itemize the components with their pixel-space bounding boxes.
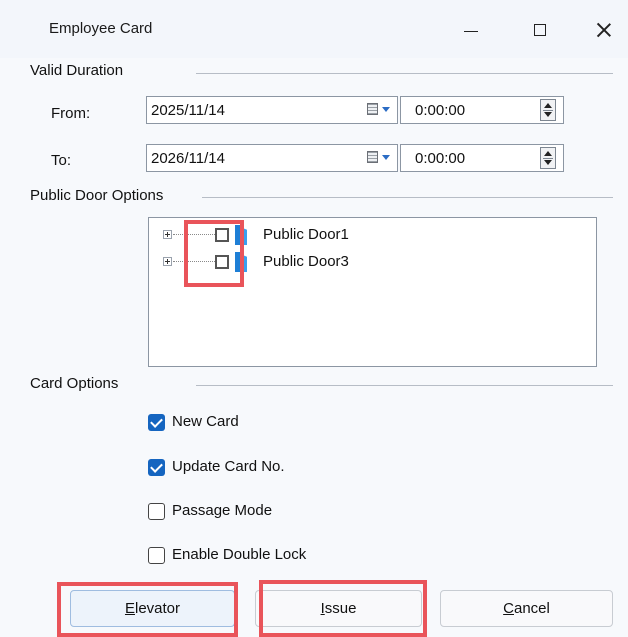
enable-double-lock-label: Enable Double Lock [172, 546, 307, 563]
to-date-picker[interactable]: 2026/11/14 [146, 144, 398, 172]
new-card-label: New Card [172, 413, 239, 430]
elevator-label: levator [134, 600, 181, 617]
minimize-button[interactable] [451, 14, 491, 46]
to-time-field[interactable]: 0:00:00 [400, 144, 564, 172]
door-checkbox[interactable] [215, 255, 229, 269]
passage-mode-label: Passage Mode [172, 502, 273, 519]
door-label: Public Door3 [263, 253, 349, 270]
calendar-icon[interactable] [367, 151, 391, 166]
update-card-no-checkbox[interactable] [148, 459, 165, 476]
door-checkbox[interactable] [215, 228, 229, 242]
elevator-button[interactable]: Elevator [70, 590, 235, 627]
expand-icon[interactable] [163, 257, 172, 266]
to-date-value: 2026/11/14 [151, 150, 225, 167]
to-time-value: 0:00:00 [415, 150, 466, 167]
door-icon [235, 252, 247, 272]
door-label: Public Door1 [263, 226, 349, 243]
tree-item-public-door1[interactable]: Public Door1 [149, 224, 589, 246]
elevator-accel: E [124, 600, 135, 617]
cancel-button[interactable]: Cancel [440, 590, 613, 627]
passage-mode-checkbox[interactable] [148, 503, 165, 520]
from-label: From: [51, 105, 91, 122]
close-button[interactable] [584, 14, 624, 46]
minimize-icon [464, 30, 478, 32]
from-date-picker[interactable]: 2025/11/14 [146, 96, 398, 124]
door-icon [235, 225, 247, 245]
group-divider [196, 73, 613, 74]
new-card-checkbox[interactable] [148, 414, 165, 431]
public-door-tree[interactable]: Public Door1 Public Door3 [148, 217, 597, 367]
spin-icon[interactable] [540, 147, 556, 169]
from-date-value: 2025/11/14 [151, 102, 225, 119]
card-options-label: Card Options [30, 375, 119, 392]
group-divider [202, 197, 613, 198]
window-title: Employee Card [49, 20, 153, 37]
expand-icon[interactable] [163, 230, 172, 239]
from-time-value: 0:00:00 [415, 102, 466, 119]
calendar-icon[interactable] [367, 103, 391, 118]
close-icon [596, 22, 612, 38]
spin-icon[interactable] [540, 99, 556, 121]
issue-button[interactable]: Issue [255, 590, 422, 627]
title-bar: Employee Card [0, 0, 628, 58]
cancel-accel: C [503, 600, 514, 617]
issue-label: ssue [324, 600, 357, 617]
public-door-options-label: Public Door Options [30, 187, 164, 204]
enable-double-lock-checkbox[interactable] [148, 547, 165, 564]
to-label: To: [51, 152, 72, 169]
tree-item-public-door3[interactable]: Public Door3 [149, 251, 589, 273]
maximize-button[interactable] [520, 14, 560, 46]
update-card-no-label: Update Card No. [172, 458, 285, 475]
from-time-field[interactable]: 0:00:00 [400, 96, 564, 124]
group-divider [196, 385, 613, 386]
cancel-label: ancel [513, 600, 550, 617]
valid-duration-label: Valid Duration [30, 62, 124, 79]
maximize-icon [534, 24, 546, 36]
